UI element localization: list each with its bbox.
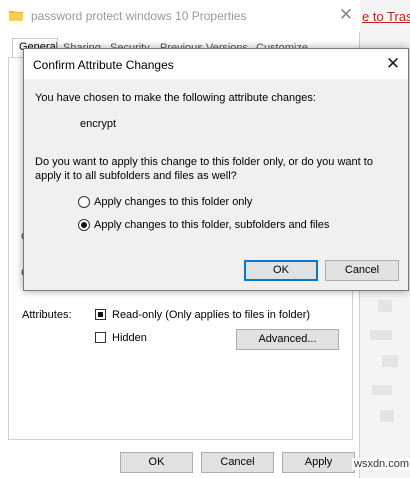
dialog-cancel-button[interactable]: Cancel <box>325 260 399 281</box>
background-link[interactable]: e to Tras <box>362 9 410 24</box>
folder-only-label[interactable]: Apply changes to this folder only <box>94 196 252 208</box>
hidden-checkbox[interactable] <box>95 332 106 343</box>
dialog-ok-button[interactable]: OK <box>244 260 318 281</box>
readonly-label: Read-only (Only applies to files in fold… <box>112 309 311 321</box>
readonly-checkbox[interactable] <box>95 309 106 320</box>
background-blur-block <box>382 355 398 367</box>
folder-icon <box>9 11 23 21</box>
dialog-question-line2: apply it to all subfolders and files as … <box>35 170 237 182</box>
all-subfolders-radio[interactable] <box>78 219 90 231</box>
all-subfolders-label[interactable]: Apply changes to this folder, subfolders… <box>94 219 329 231</box>
close-icon[interactable]: ✕ <box>382 54 404 74</box>
close-icon[interactable]: ✕ <box>335 4 357 26</box>
background-blur-block <box>372 385 392 395</box>
dialog-titlebar: Confirm Attribute Changes ✕ <box>24 49 408 79</box>
dialog-message: You have chosen to make the following at… <box>35 92 316 104</box>
attribute-change: encrypt <box>80 118 117 130</box>
background-blur-block <box>378 300 392 312</box>
hidden-label: Hidden <box>112 332 147 344</box>
attributes-label: Attributes: <box>22 309 72 321</box>
confirm-attribute-changes-dialog: Confirm Attribute Changes ✕ You have cho… <box>23 48 409 291</box>
dialog-question-line1: Do you want to apply this change to this… <box>35 156 373 168</box>
advanced-button[interactable]: Advanced... <box>236 329 339 350</box>
apply-button[interactable]: Apply <box>282 452 355 473</box>
ok-button[interactable]: OK <box>120 452 193 473</box>
dialog-title: Confirm Attribute Changes <box>33 58 174 72</box>
properties-title: password protect windows 10 Properties <box>31 9 247 23</box>
background-blur-block <box>370 330 392 340</box>
cancel-button[interactable]: Cancel <box>201 452 274 473</box>
properties-titlebar: password protect windows 10 Properties ✕ <box>0 0 360 32</box>
watermark: wsxdn.com <box>352 458 410 470</box>
folder-only-radio[interactable] <box>78 196 90 208</box>
background-blur-block <box>380 410 394 422</box>
